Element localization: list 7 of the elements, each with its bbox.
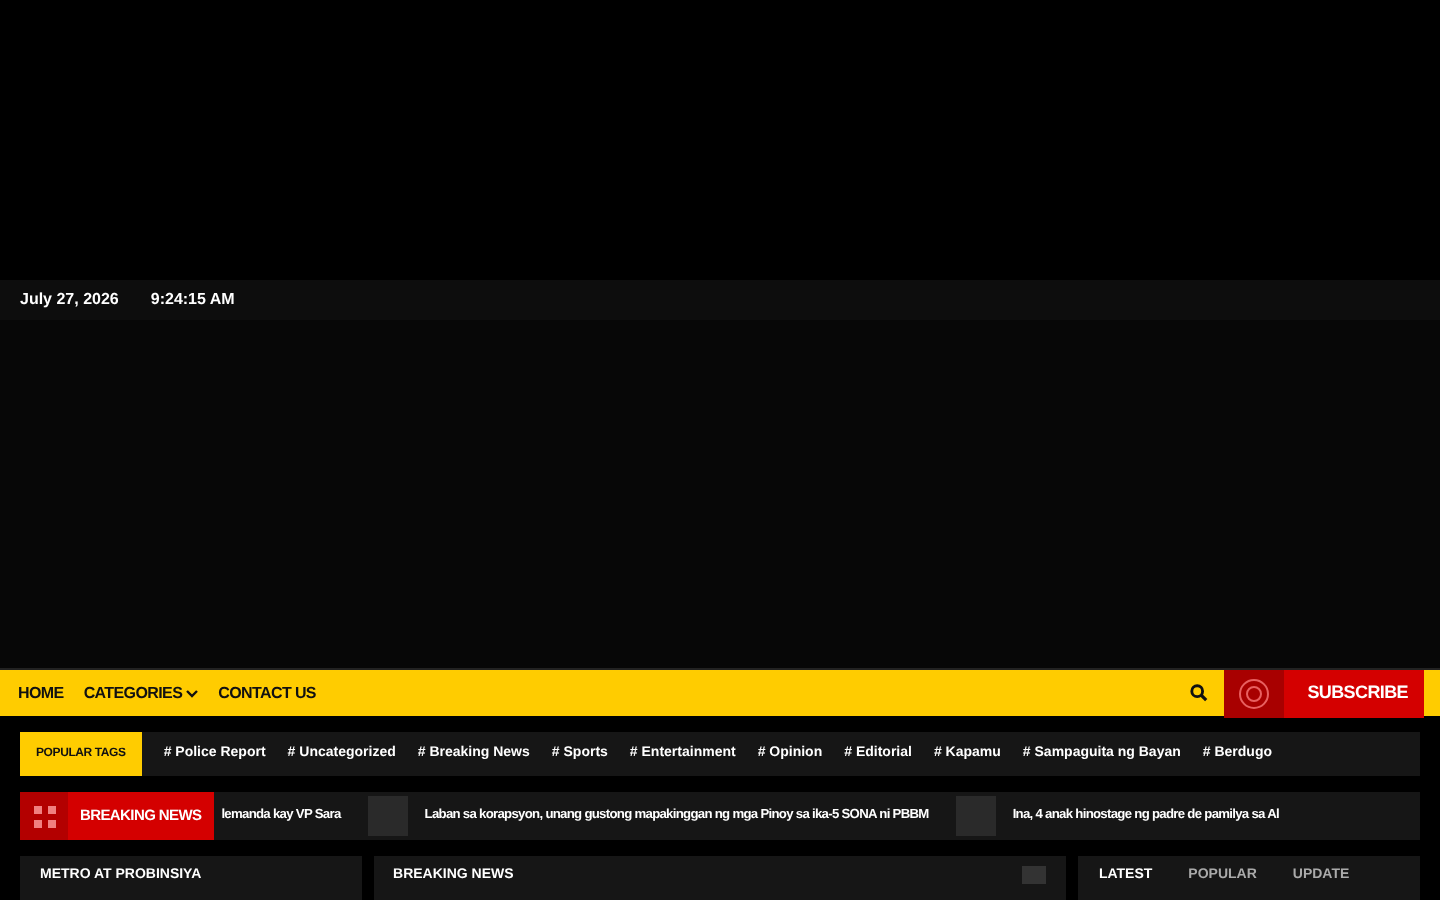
- nav-link[interactable]: CATEGORIES: [73, 681, 209, 705]
- nav-link[interactable]: HOME: [8, 681, 74, 705]
- grid-icon: [20, 792, 68, 840]
- search-icon[interactable]: [1189, 684, 1208, 702]
- time-text: 9:24:15 AM: [150, 288, 235, 312]
- nav-link[interactable]: CONTACT US: [208, 681, 326, 705]
- date-text: July 27, 2026: [20, 288, 119, 312]
